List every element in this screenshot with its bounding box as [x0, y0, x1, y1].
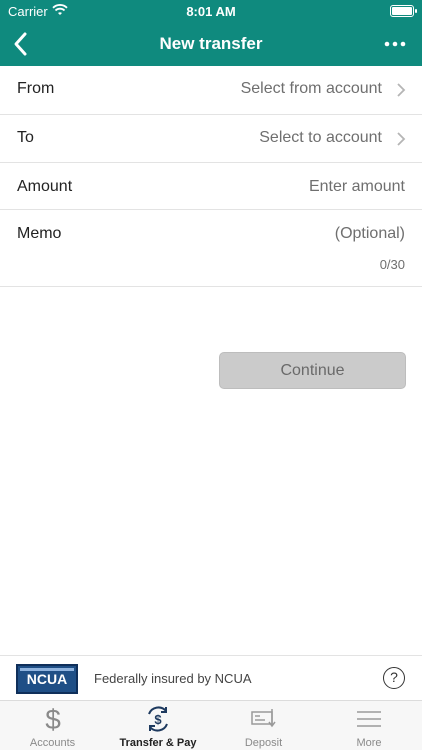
tab-accounts-label: Accounts	[29, 737, 76, 749]
tab-accounts[interactable]: $ Accounts	[0, 701, 105, 750]
from-account-selector[interactable]: From Select from account	[0, 66, 422, 115]
to-label: To	[17, 129, 34, 146]
header: Carrier 8:01 AM New transfer	[0, 0, 422, 66]
more-options-icon[interactable]	[384, 34, 406, 54]
tab-transfer-pay[interactable]: $ Transfer & Pay	[105, 701, 211, 750]
tab-transfer-label: Transfer & Pay	[119, 737, 197, 749]
from-value: Select from account	[240, 80, 382, 97]
tab-bar: $ Accounts $ Transfer & Pay Deposit More	[0, 700, 422, 750]
memo-field[interactable]: Memo (Optional) 0/30	[0, 210, 422, 287]
dollar-icon: $	[45, 705, 61, 733]
chevron-right-icon	[397, 83, 406, 97]
svg-text:$: $	[45, 705, 61, 733]
memo-input[interactable]: (Optional)	[335, 225, 405, 243]
tab-deposit[interactable]: Deposit	[211, 701, 316, 750]
memo-char-counter: 0/30	[379, 257, 405, 272]
nav-bar: New transfer	[0, 22, 422, 66]
tab-more[interactable]: More	[316, 701, 422, 750]
chevron-right-icon	[397, 132, 406, 146]
amount-label: Amount	[17, 178, 73, 195]
deposit-check-icon	[250, 709, 276, 728]
to-value: Select to account	[259, 129, 382, 146]
ncua-logo: NCUA	[16, 664, 78, 694]
clock: 8:01 AM	[186, 4, 236, 19]
from-label: From	[17, 80, 55, 97]
insurance-text: Federally insured by NCUA	[94, 671, 252, 686]
continue-button[interactable]: Continue	[219, 352, 406, 389]
transfer-icon: $	[148, 706, 168, 732]
insurance-banner: NCUA Federally insured by NCUA ?	[0, 655, 422, 700]
tab-deposit-label: Deposit	[244, 737, 283, 749]
help-icon[interactable]: ?	[383, 667, 405, 689]
svg-text:$: $	[154, 712, 162, 727]
page-title: New transfer	[159, 34, 263, 53]
memo-label: Memo	[17, 225, 62, 242]
status-bar: Carrier 8:01 AM	[0, 0, 422, 22]
to-account-selector[interactable]: To Select to account	[0, 115, 422, 163]
tab-more-label: More	[356, 737, 382, 749]
amount-input[interactable]: Enter amount	[309, 178, 405, 196]
battery-icon	[390, 5, 417, 17]
menu-icon	[357, 711, 381, 727]
amount-field[interactable]: Amount Enter amount	[0, 163, 422, 210]
